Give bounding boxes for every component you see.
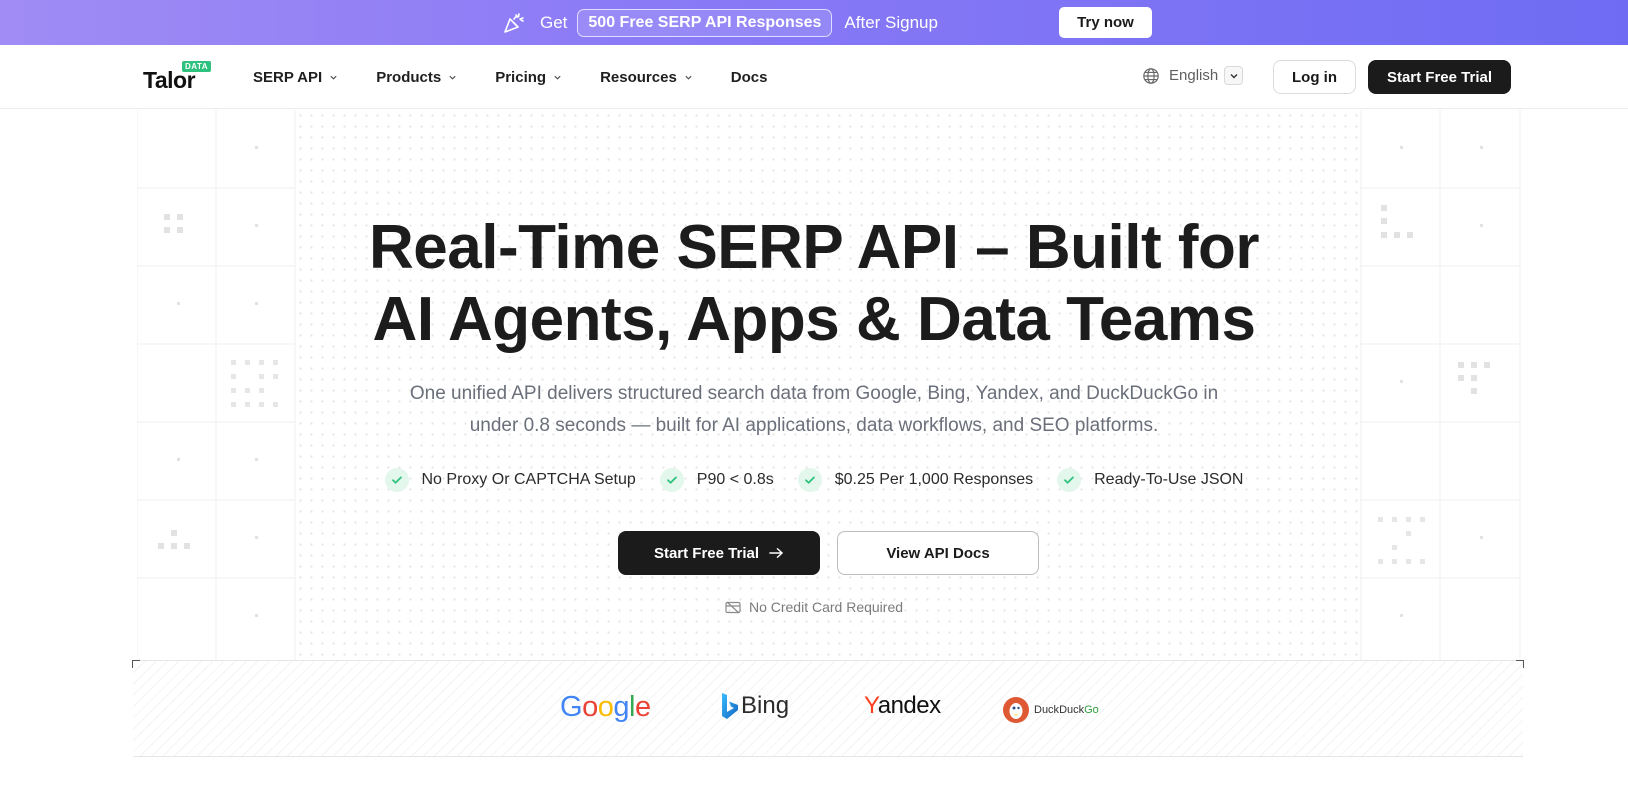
- hero-subtitle-line-1: One unified API delivers structured sear…: [409, 383, 1219, 404]
- talor-logo[interactable]: Talor DATA: [143, 61, 212, 93]
- feature-label: No Proxy Or CAPTCHA Setup: [421, 471, 636, 488]
- start-free-trial-button[interactable]: Start Free Trial: [618, 531, 820, 575]
- start-free-trial-label: Start Free Trial: [653, 544, 760, 562]
- nav-item-label: Products: [376, 68, 442, 86]
- nav-item-pricing[interactable]: Pricing: [495, 69, 562, 86]
- feature-label: Ready-To-Use JSON: [1094, 471, 1244, 488]
- hero-title-line-1: Real-Time SERP API – Built for: [369, 213, 1259, 282]
- hero-subtitle: One unified API delivers structured sear…: [0, 378, 1628, 442]
- check-icon: [659, 468, 684, 492]
- login-button[interactable]: Log in: [1273, 60, 1356, 94]
- bing-logo: Bing: [721, 692, 789, 720]
- check-icon: [797, 468, 822, 492]
- language-label: English: [1169, 67, 1219, 84]
- top-navbar: Talor DATA SERP API Products Pricing Res…: [0, 45, 1628, 109]
- promo-highlight-badge: 500 Free SERP API Responses: [577, 8, 833, 37]
- start-free-trial-nav-button[interactable]: Start Free Trial: [1368, 60, 1511, 94]
- duckduckgo-wordmark-duck2: Duck: [1059, 704, 1085, 716]
- nav-item-label: SERP API: [253, 68, 323, 86]
- nav-item-label: Pricing: [495, 68, 547, 86]
- feature-list: No Proxy Or CAPTCHA Setup P90 < 0.8s $0.…: [0, 468, 1628, 492]
- credit-card-off-icon: [725, 601, 741, 613]
- check-icon: [384, 468, 409, 492]
- nav-item-label: Docs: [730, 68, 768, 86]
- duckduckgo-wordmark-duck: Duck: [1034, 704, 1060, 716]
- feature-item: P90 < 0.8s: [659, 468, 774, 492]
- nav-item-serp-api[interactable]: SERP API: [253, 69, 338, 86]
- language-dropdown-toggle[interactable]: [1224, 66, 1244, 85]
- feature-item: No Proxy Or CAPTCHA Setup: [384, 468, 636, 492]
- globe-icon: [1143, 67, 1159, 84]
- nav-item-docs[interactable]: Docs: [731, 69, 768, 86]
- search-engines-strip: Google Bing Yandex Duck Duck Go: [132, 660, 1524, 758]
- engine-logos-row: Google Bing Yandex Duck Duck Go: [133, 661, 1523, 758]
- nav-item-resources[interactable]: Resources: [600, 69, 693, 86]
- language-selector[interactable]: English: [1142, 66, 1244, 85]
- nav-item-products[interactable]: Products: [376, 69, 457, 86]
- google-logo: Google: [560, 691, 651, 724]
- hero-title: Real-Time SERP API – Built for AI Agents…: [0, 212, 1628, 356]
- logo-badge: DATA: [182, 61, 212, 72]
- promo-get-text: Get: [540, 12, 568, 32]
- chevron-down-icon: [554, 75, 561, 80]
- try-now-button[interactable]: Try now: [1059, 7, 1152, 38]
- chevron-down-icon: [685, 75, 692, 80]
- google-logo-letter: o: [597, 691, 614, 723]
- hero-subtitle-line-2: under 0.8 seconds — built for AI applica…: [469, 415, 1159, 436]
- check-icon: [1057, 468, 1082, 492]
- feature-label: $0.25 Per 1,000 Responses: [834, 471, 1034, 488]
- google-logo-letter: G: [560, 691, 583, 723]
- promo-banner: Get 500 Free SERP API Responses After Si…: [0, 0, 1628, 45]
- duckduckgo-wordmark-go: Go: [1084, 704, 1099, 716]
- no-credit-card-text: No Credit Card Required: [748, 599, 904, 615]
- arrow-right-icon: [769, 548, 783, 558]
- feature-item: Ready-To-Use JSON: [1057, 468, 1243, 492]
- duckduckgo-logo: Duck Duck Go: [1002, 696, 1099, 724]
- main-menu: SERP API Products Pricing Resources Docs: [253, 45, 805, 109]
- hero-title-line-2: AI Agents, Apps & Data Teams: [372, 285, 1256, 354]
- duckduckgo-duck-icon: [1003, 697, 1029, 723]
- yandex-logo-initial: Y: [864, 692, 878, 719]
- party-popper-icon: [504, 12, 524, 33]
- google-logo-letter: o: [582, 691, 598, 723]
- view-api-docs-button[interactable]: View API Docs: [837, 531, 1039, 575]
- promo-content: Get 500 Free SERP API Responses After Si…: [502, 0, 938, 45]
- no-credit-card-note: No Credit Card Required: [0, 599, 1628, 615]
- yandex-logo-rest: andex: [877, 692, 941, 719]
- google-logo-letter: g: [613, 691, 629, 723]
- hero-cta-row: Start Free Trial View API Docs: [618, 531, 1039, 575]
- chevron-down-icon: [330, 75, 337, 80]
- chevron-down-icon: [1230, 73, 1238, 78]
- feature-label: P90 < 0.8s: [696, 471, 774, 488]
- feature-item: $0.25 Per 1,000 Responses: [797, 468, 1034, 492]
- bing-wordmark: Bing: [741, 692, 790, 719]
- bing-mark-icon: [722, 693, 738, 719]
- promo-after-text: After Signup: [844, 12, 938, 32]
- chevron-down-icon: [449, 75, 456, 80]
- yandex-logo: Yandex: [864, 692, 941, 720]
- google-logo-letter: e: [634, 691, 651, 723]
- nav-item-label: Resources: [600, 68, 677, 86]
